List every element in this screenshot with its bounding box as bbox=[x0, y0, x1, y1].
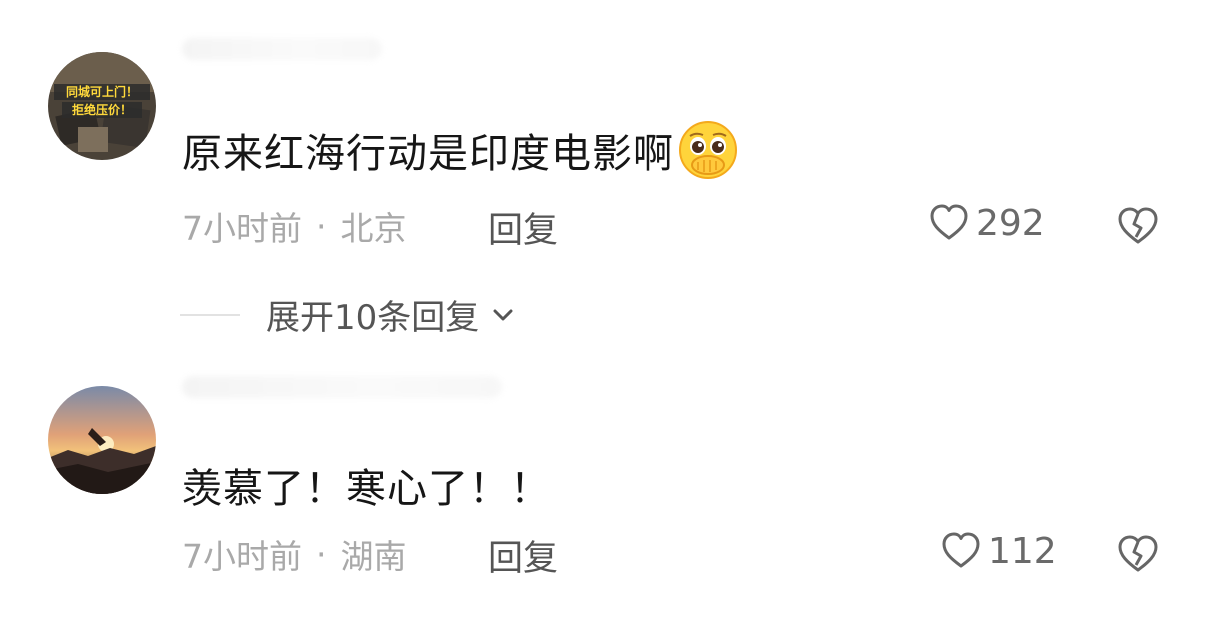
heart-outline-icon bbox=[942, 532, 980, 568]
chevron-down-icon bbox=[493, 309, 513, 320]
expand-replies-label: 展开10条回复 bbox=[266, 298, 480, 338]
username-blurred[interactable] bbox=[182, 376, 502, 398]
like-button[interactable]: 112 bbox=[940, 530, 1057, 572]
like-button[interactable]: 292 bbox=[928, 202, 1045, 244]
broken-heart-icon bbox=[1118, 207, 1158, 244]
avatar-text-line1: 同城可上门！ bbox=[66, 84, 138, 99]
meta-separator: · bbox=[316, 534, 327, 574]
avatar-image: 同城可上门！ 拒绝压价！ bbox=[48, 52, 156, 160]
reply-button[interactable]: 回复 bbox=[488, 202, 558, 253]
expand-divider-line bbox=[180, 313, 240, 316]
comment-body: 羡慕了！寒心了！！ bbox=[182, 466, 551, 512]
comment-item: 同城可上门！ 拒绝压价！ 原来红海行动是印度电影啊 7小时前 · 北京 回复 2… bbox=[0, 0, 1220, 260]
avatar-text-line2: 拒绝压价！ bbox=[72, 102, 132, 117]
comment-item: 羡慕了！寒心了！！ 7小时前 · 湖南 回复 112 bbox=[0, 350, 1220, 620]
avatar-image bbox=[48, 386, 156, 494]
comment-text: 羡慕了！寒心了！！ bbox=[182, 456, 551, 514]
comment-time: 7小时前 bbox=[182, 537, 302, 576]
meta-separator: · bbox=[316, 206, 327, 246]
avatar[interactable] bbox=[48, 386, 156, 494]
comment-meta: 7小时前 · 北京 bbox=[182, 202, 407, 250]
comment-location: 湖南 bbox=[340, 537, 407, 576]
pleading-face-hand-over-mouth-icon bbox=[676, 118, 740, 182]
dislike-button[interactable] bbox=[1116, 532, 1160, 576]
username-blurred[interactable] bbox=[182, 38, 382, 60]
comment-time: 7小时前 bbox=[182, 209, 302, 248]
like-count: 112 bbox=[988, 530, 1057, 572]
dislike-button[interactable] bbox=[1116, 204, 1160, 248]
heart-outline-icon bbox=[930, 204, 968, 240]
broken-heart-icon bbox=[1118, 535, 1158, 572]
like-count: 292 bbox=[976, 202, 1045, 244]
comment-body: 原来红海行动是印度电影啊 bbox=[182, 131, 674, 177]
expand-replies[interactable]: 展开10条回复 bbox=[180, 290, 519, 339]
comment-location: 北京 bbox=[340, 209, 407, 248]
reply-button[interactable]: 回复 bbox=[488, 530, 558, 581]
comment-text: 原来红海行动是印度电影啊 bbox=[182, 118, 740, 182]
comment-meta: 7小时前 · 湖南 bbox=[182, 530, 407, 578]
avatar[interactable]: 同城可上门！ 拒绝压价！ bbox=[48, 52, 156, 160]
